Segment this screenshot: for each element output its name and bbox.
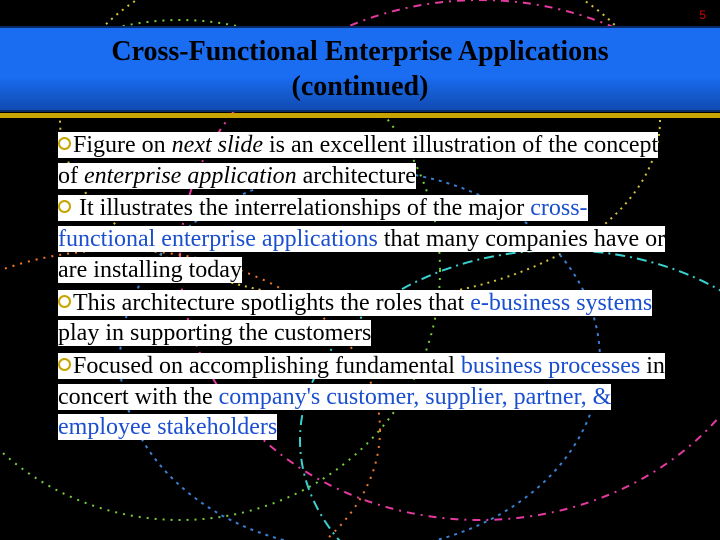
text-fragment: Focused on accomplishing fundamental xyxy=(73,353,461,379)
slide-title: Cross-Functional Enterprise Applications… xyxy=(111,34,608,104)
text-fragment: play in supporting the customers xyxy=(58,320,371,346)
title-line-1: Cross-Functional Enterprise Applications xyxy=(111,36,608,67)
text-highlight: e-business systems xyxy=(470,290,652,316)
text-fragment: It illustrates the interrelationships of… xyxy=(73,195,530,221)
bullet-icon xyxy=(58,358,71,371)
bullet-text: Focused on accomplishing fundamental bus… xyxy=(58,353,665,440)
bullet-text: Figure on next slide is an excellent ill… xyxy=(58,132,658,189)
text-emphasis: next slide xyxy=(172,132,263,158)
title-line-2: (continued) xyxy=(292,71,429,102)
content-area: Figure on next slide is an excellent ill… xyxy=(58,130,682,445)
title-underline xyxy=(0,113,720,118)
title-band: Cross-Functional Enterprise Applications… xyxy=(0,26,720,112)
text-fragment: architecture xyxy=(297,163,416,189)
bullet-icon xyxy=(58,137,71,150)
bullet-text: It illustrates the interrelationships of… xyxy=(58,195,665,282)
bullet-item-3: This architecture spotlights the roles t… xyxy=(58,288,682,349)
bullet-item-1: Figure on next slide is an excellent ill… xyxy=(58,130,682,191)
page-number: 5 xyxy=(699,8,706,22)
bullet-icon xyxy=(58,295,71,308)
text-fragment: This architecture spotlights the roles t… xyxy=(73,290,470,316)
text-emphasis: enterprise application xyxy=(84,163,297,189)
bullet-icon xyxy=(58,200,71,213)
text-fragment: Figure on xyxy=(73,132,172,158)
bullet-item-4: Focused on accomplishing fundamental bus… xyxy=(58,351,682,443)
text-highlight: business processes xyxy=(461,353,640,379)
bullet-item-2: It illustrates the interrelationships of… xyxy=(58,193,682,285)
bullet-text: This architecture spotlights the roles t… xyxy=(58,290,652,347)
